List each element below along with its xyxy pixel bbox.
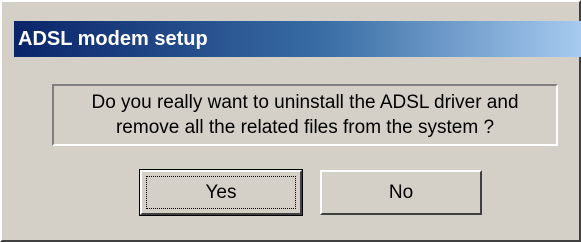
yes-button-label: Yes — [205, 181, 237, 203]
title-bar[interactable]: ADSL modem setup — [14, 21, 581, 57]
message-panel: Do you really want to uninstall the ADSL… — [52, 84, 558, 146]
message-line-2: remove all the related files from the sy… — [115, 117, 495, 138]
dialog-title: ADSL modem setup — [18, 27, 208, 50]
no-button-label: No — [388, 181, 414, 203]
no-button[interactable]: No — [320, 170, 482, 215]
message-line-1: Do you really want to uninstall the ADSL… — [91, 92, 519, 113]
yes-button[interactable]: Yes — [139, 169, 303, 216]
confirm-dialog: ADSL modem setup Do you really want to u… — [0, 0, 581, 242]
